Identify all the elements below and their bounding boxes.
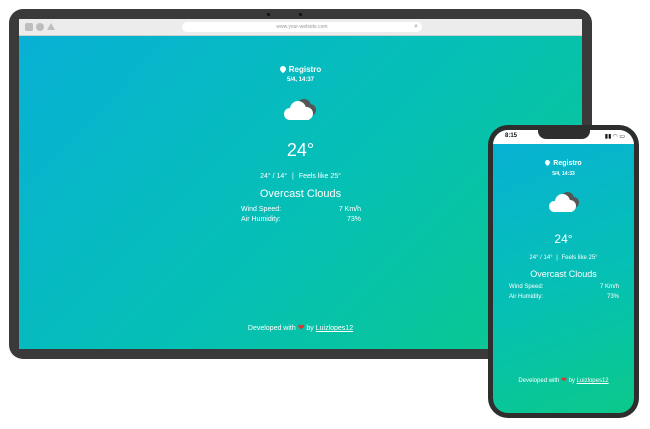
location-pin-icon [278,64,288,74]
city-name: Registro [553,160,582,167]
camera-dot [267,13,270,16]
air-humidity-value: 73% [606,294,619,300]
air-humidity-label: Air Humidity: [509,294,544,300]
weather-description: Overcast Clouds [530,269,597,279]
wind-speed-value: 7 Km/h [599,284,619,290]
author-link[interactable]: Luizlopes12 [316,325,353,332]
footer-by: by [306,325,314,332]
location: Registro [493,158,634,167]
status-bar: 8:15 ▮▮ ◠ ▭ [493,130,634,144]
air-humidity-label: Air Humidity: [241,216,281,223]
wind-speed-value: 7 Km/h [338,206,361,213]
air-humidity-value: 73% [346,216,361,223]
author-link[interactable]: Luizlopes12 [577,378,609,384]
footer-by: by [568,378,575,384]
mobile-screen: 8:15 ▮▮ ◠ ▭ Registro 5/4, 14:33 24° 24° … [493,130,634,413]
heart-icon: ❤ [561,377,567,384]
notch [538,130,590,139]
feels-like: Feels like 25° [298,173,341,180]
air-humidity-row: Air Humidity: 73% [241,216,361,223]
window-button[interactable] [47,23,55,30]
status-time: 8:15 [505,133,518,139]
signal-wifi-battery-icon: ▮▮ ◠ ▭ [604,134,625,140]
sensor-dot [299,13,302,16]
wind-speed-label: Wind Speed: [241,206,282,213]
footer-prefix: Developed with [518,378,560,384]
min-max-temp: 24° / 14° [529,255,553,261]
overcast-clouds-icon [282,95,322,121]
location: Registro [19,64,582,74]
temperature-range: 24° / 14° | Feels like 25° [529,255,598,261]
footer-prefix: Developed with [247,325,296,332]
overcast-clouds-icon [548,189,584,213]
heart-icon: ❤ [297,323,305,332]
browser-toolbar: www.your-website.com ⌕ [19,19,582,36]
feels-like: Feels like 25° [561,255,598,261]
footer: Developed with ❤ by Luizlopes12 [493,376,634,384]
search-icon[interactable]: ⌕ [414,22,418,32]
air-humidity-row: Air Humidity: 73% [509,294,619,300]
wind-speed-label: Wind Speed: [509,284,544,290]
wind-speed-row: Wind Speed: 7 Km/h [509,284,619,290]
address-bar-url: www.your-website.com [276,24,328,30]
city-name: Registro [288,65,322,74]
date-time: 5/4, 14:33 [552,171,575,177]
address-bar[interactable]: www.your-website.com ⌕ [182,22,422,32]
window-button[interactable] [25,23,33,31]
phone-frame: 8:15 ▮▮ ◠ ▭ Registro 5/4, 14:33 24° 24° … [488,125,639,418]
location-pin-icon [544,158,552,167]
date-time: 5/4, 14:37 [286,77,315,83]
wind-speed-row: Wind Speed: 7 Km/h [241,206,361,213]
window-button[interactable] [36,23,44,31]
min-max-temp: 24° / 14° [260,173,288,180]
temperature: 24° [554,232,573,246]
